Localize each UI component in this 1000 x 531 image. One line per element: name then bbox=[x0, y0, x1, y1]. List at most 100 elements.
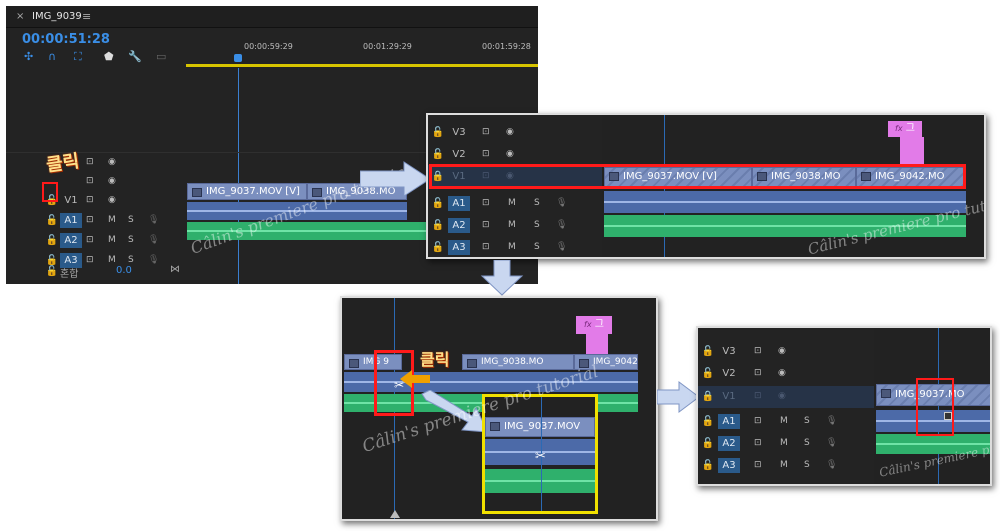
eye-icon[interactable]: ◉ bbox=[108, 191, 116, 210]
track-label-a2[interactable]: A2 bbox=[448, 218, 470, 233]
ruler[interactable]: 00:00:59:29 00:01:29:29 00:01:59:28 bbox=[186, 28, 538, 68]
adjustment-clip-tail[interactable] bbox=[586, 334, 608, 354]
track-label-v3[interactable]: V3 bbox=[718, 344, 740, 359]
lock-icon[interactable]: 🔓 bbox=[700, 412, 716, 431]
mic-icon[interactable]: 🎙 bbox=[826, 412, 837, 431]
timecode[interactable]: 00:00:51:28 bbox=[22, 32, 110, 47]
toggle-output-icon[interactable]: ⊡ bbox=[482, 216, 490, 235]
toggle-output-icon[interactable]: ⊡ bbox=[86, 231, 94, 250]
solo-button[interactable]: S bbox=[128, 211, 134, 230]
solo-button[interactable]: S bbox=[804, 412, 810, 431]
playhead-handle[interactable] bbox=[234, 54, 242, 62]
track-label-a3[interactable]: A3 bbox=[718, 458, 740, 473]
snap-icon[interactable]: ∩ bbox=[48, 50, 56, 63]
eye-icon[interactable]: ◉ bbox=[506, 123, 514, 142]
eye-icon[interactable]: ◉ bbox=[778, 342, 786, 361]
toggle-output-icon[interactable]: ⊡ bbox=[754, 412, 762, 431]
lock-icon[interactable]: 🔒 bbox=[700, 387, 716, 406]
toggle-output-icon[interactable]: ⊡ bbox=[754, 342, 762, 361]
marker-icon[interactable]: ⬟ bbox=[104, 50, 114, 63]
solo-button[interactable]: S bbox=[534, 216, 540, 235]
track-label-a2[interactable]: A2 bbox=[60, 233, 82, 248]
nest-icon[interactable]: ✣ bbox=[24, 50, 33, 63]
track-label-a2[interactable]: A2 bbox=[718, 436, 740, 451]
mute-button[interactable]: M bbox=[108, 211, 116, 230]
mic-icon[interactable]: 🎙 bbox=[148, 211, 159, 230]
mute-button[interactable]: M bbox=[780, 434, 788, 453]
adjustment-clip[interactable]: fx 그 bbox=[888, 121, 922, 137]
track-label-a1[interactable]: A1 bbox=[448, 196, 470, 211]
toggle-output-icon[interactable]: ⊡ bbox=[482, 238, 490, 257]
toggle-output-icon[interactable]: ⊡ bbox=[482, 123, 490, 142]
video-clip[interactable]: IMG_9037.MOV bbox=[485, 417, 595, 437]
solo-button[interactable]: S bbox=[534, 194, 540, 213]
mic-icon[interactable]: 🎙 bbox=[556, 216, 567, 235]
track-label-v1[interactable]: V1 bbox=[718, 389, 740, 404]
lock-icon[interactable]: 🔓 bbox=[700, 434, 716, 453]
lock-icon[interactable]: 🔓 bbox=[430, 123, 446, 142]
toggle-output-icon[interactable]: ⊡ bbox=[754, 387, 762, 406]
lock-icon[interactable]: 🔓 bbox=[44, 231, 60, 250]
toggle-output-icon[interactable]: ⊡ bbox=[754, 456, 762, 475]
video-clip[interactable]: IMG_9038.MO bbox=[462, 354, 574, 370]
mic-icon[interactable]: 🎙 bbox=[826, 434, 837, 453]
track-label-v2[interactable]: V2 bbox=[718, 366, 740, 381]
lock-icon[interactable]: 🔓 bbox=[700, 456, 716, 475]
audio-clip[interactable] bbox=[604, 191, 966, 213]
mix-value[interactable]: 0.0 bbox=[116, 265, 132, 276]
mic-icon[interactable]: 🎙 bbox=[148, 231, 159, 250]
mute-button[interactable]: M bbox=[508, 216, 516, 235]
mute-button[interactable]: M bbox=[508, 194, 516, 213]
toggle-output-icon[interactable]: ⊡ bbox=[86, 191, 94, 210]
eye-icon[interactable]: ◉ bbox=[108, 153, 116, 172]
toggle-output-icon[interactable]: ⊡ bbox=[86, 172, 94, 191]
captions-icon[interactable]: ▭ bbox=[156, 50, 166, 63]
track-label-v3[interactable]: V3 bbox=[448, 125, 470, 140]
eye-icon[interactable]: ◉ bbox=[108, 172, 116, 191]
lock-icon[interactable]: 🔓 bbox=[44, 262, 60, 281]
video-clip[interactable]: IMG_9037.MOV [V] bbox=[187, 183, 307, 200]
lock-icon[interactable]: 🔓 bbox=[430, 216, 446, 235]
lock-icon[interactable]: 🔓 bbox=[44, 211, 60, 230]
eye-icon[interactable]: ◉ bbox=[506, 145, 514, 164]
close-icon[interactable]: × bbox=[16, 11, 24, 22]
track-label-a1[interactable]: A1 bbox=[60, 213, 82, 228]
toggle-output-icon[interactable]: ⊡ bbox=[754, 364, 762, 383]
lock-icon[interactable]: 🔓 bbox=[430, 145, 446, 164]
solo-button[interactable]: S bbox=[128, 231, 134, 250]
solo-button[interactable]: S bbox=[804, 434, 810, 453]
lock-icon[interactable]: 🔓 bbox=[700, 342, 716, 361]
audio-clip[interactable] bbox=[485, 469, 595, 493]
toggle-output-icon[interactable]: ⊡ bbox=[86, 153, 94, 172]
toggle-output-icon[interactable]: ⊡ bbox=[482, 194, 490, 213]
track-label-v2[interactable]: V2 bbox=[448, 147, 470, 162]
eye-icon[interactable]: ◉ bbox=[778, 364, 786, 383]
lock-icon[interactable]: 🔓 bbox=[430, 238, 446, 257]
mute-button[interactable]: M bbox=[508, 238, 516, 257]
track-label-a3[interactable]: A3 bbox=[448, 240, 470, 255]
track-label-a1[interactable]: A1 bbox=[718, 414, 740, 429]
mix-icon[interactable]: ⋈ bbox=[170, 264, 180, 275]
track-label-v1[interactable]: V1 bbox=[60, 193, 82, 208]
toggle-output-icon[interactable]: ⊡ bbox=[482, 145, 490, 164]
wrench-icon[interactable]: 🔧 bbox=[128, 50, 142, 63]
solo-button[interactable]: S bbox=[804, 456, 810, 475]
mic-icon[interactable]: 🎙 bbox=[826, 456, 837, 475]
mute-button[interactable]: M bbox=[780, 456, 788, 475]
solo-button[interactable]: S bbox=[534, 238, 540, 257]
mute-button[interactable]: M bbox=[108, 231, 116, 250]
mic-icon[interactable]: 🎙 bbox=[556, 194, 567, 213]
mute-button[interactable]: M bbox=[780, 412, 788, 431]
mic-icon[interactable]: 🎙 bbox=[556, 238, 567, 257]
menu-icon[interactable]: ≡ bbox=[82, 10, 91, 23]
sequence-tab[interactable]: × IMG_9039 ≡ bbox=[6, 6, 538, 28]
adjustment-clip-tail[interactable] bbox=[900, 137, 924, 165]
linked-selection-icon[interactable]: ⛶ bbox=[74, 50, 82, 64]
work-area-bar[interactable] bbox=[186, 64, 538, 67]
adjustment-clip[interactable]: fx 그 bbox=[576, 316, 612, 334]
eye-icon[interactable]: ◉ bbox=[778, 387, 786, 406]
toggle-output-icon[interactable]: ⊡ bbox=[754, 434, 762, 453]
lock-icon[interactable]: 🔓 bbox=[430, 194, 446, 213]
lock-icon[interactable]: 🔓 bbox=[700, 364, 716, 383]
toggle-output-icon[interactable]: ⊡ bbox=[86, 211, 94, 230]
